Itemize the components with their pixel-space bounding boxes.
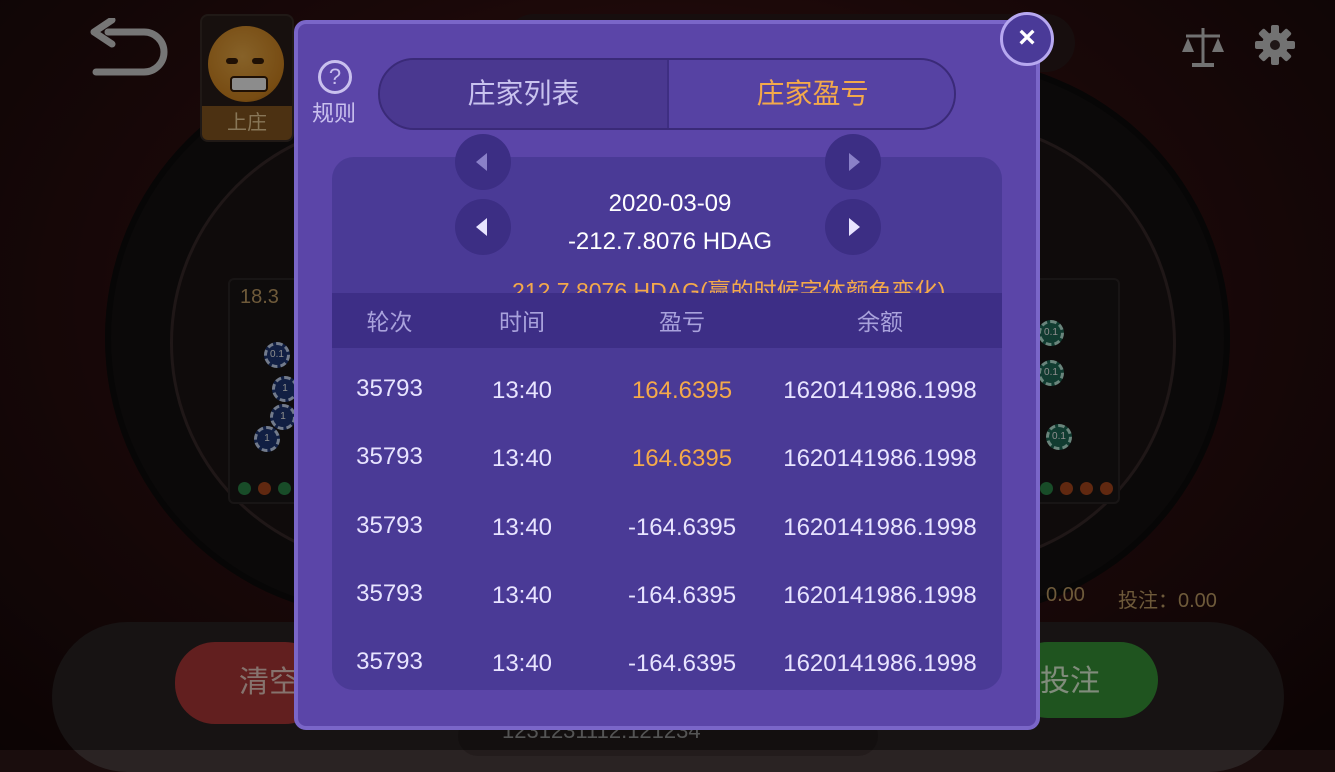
cell-time: 13:40 xyxy=(491,377,553,404)
table-row: 35793 13:40 -164.6395 1620141986.1998 xyxy=(332,630,1002,698)
prev-page-button[interactable] xyxy=(455,134,511,190)
table-row: 35793 13:40 164.6395 1620141986.1998 xyxy=(332,357,1002,425)
close-dialog-button[interactable]: × xyxy=(1000,12,1054,66)
cell-round: 35793 xyxy=(356,512,423,539)
column-header-pnl: 盈亏 xyxy=(659,309,705,335)
chevron-left-icon xyxy=(476,218,487,236)
cell-balance: 1620141986.1998 xyxy=(783,445,977,472)
cell-pnl: 164.6395 xyxy=(631,377,733,404)
cell-round: 35793 xyxy=(356,580,423,607)
cell-time: 13:40 xyxy=(491,445,553,472)
cell-pnl: -164.6395 xyxy=(627,514,737,541)
rules-link[interactable]: 规则 xyxy=(312,96,356,128)
column-header-balance: 余额 xyxy=(857,309,903,335)
cell-round: 35793 xyxy=(356,648,423,675)
cell-time: 13:40 xyxy=(491,582,553,609)
chevron-right-icon xyxy=(849,153,860,171)
cell-time: 13:40 xyxy=(491,514,553,541)
cell-time: 13:40 xyxy=(491,650,553,677)
table-row: 35793 13:40 -164.6395 1620141986.1998 xyxy=(332,494,1002,562)
prev-date-button[interactable] xyxy=(455,199,511,255)
cell-balance: 1620141986.1998 xyxy=(783,650,977,677)
dialog-tabs: 庄家列表 庄家盈亏 xyxy=(378,58,956,130)
cell-pnl: -164.6395 xyxy=(627,582,737,609)
chevron-right-icon xyxy=(849,218,860,236)
tab-banker-list[interactable]: 庄家列表 xyxy=(380,60,667,128)
table-row: 35793 13:40 -164.6395 1620141986.1998 xyxy=(332,562,1002,630)
next-date-button[interactable] xyxy=(825,199,881,255)
column-header-round: 轮次 xyxy=(366,309,413,335)
cell-round: 35793 xyxy=(356,375,423,402)
cell-balance: 1620141986.1998 xyxy=(783,514,977,541)
column-header-time: 时间 xyxy=(499,309,545,335)
help-question-icon[interactable]: ? xyxy=(318,60,352,94)
next-page-button[interactable] xyxy=(825,134,881,190)
cell-pnl: 164.6395 xyxy=(631,445,733,472)
table-header: 轮次 时间 盈亏 余额 xyxy=(332,293,1002,348)
cell-pnl: -164.6395 xyxy=(627,650,737,677)
selected-date: 2020-03-09 xyxy=(608,190,732,217)
chevron-left-icon xyxy=(476,153,487,171)
cell-round: 35793 xyxy=(356,443,423,470)
daily-total-pnl: -212.7.8076 HDAG xyxy=(567,228,773,255)
cell-balance: 1620141986.1998 xyxy=(783,582,977,609)
cell-balance: 1620141986.1998 xyxy=(783,377,977,404)
tab-banker-pnl[interactable]: 庄家盈亏 xyxy=(667,60,954,128)
table-row: 35793 13:40 164.6395 1620141986.1998 xyxy=(332,425,1002,493)
